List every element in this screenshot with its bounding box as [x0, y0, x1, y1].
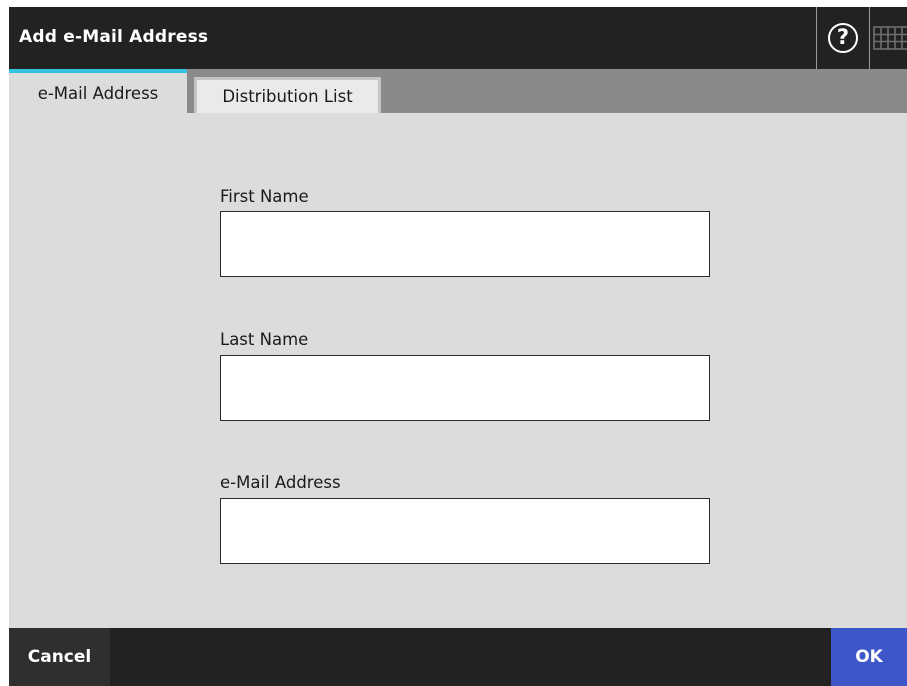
first-name-field[interactable]: [220, 211, 710, 277]
bottom-bar: Cancel OK: [9, 628, 907, 686]
help-button[interactable]: ?: [817, 7, 869, 69]
last-name-field[interactable]: [220, 355, 710, 421]
tab-distribution-list[interactable]: Distribution List: [194, 77, 381, 113]
last-name-label: Last Name: [220, 330, 309, 349]
dialog-window: Add e-Mail Address ? e-Mail Address Dist…: [9, 7, 907, 686]
window-title: Add e-Mail Address: [19, 27, 209, 47]
tab-email-address[interactable]: e-Mail Address: [9, 69, 187, 113]
cancel-button[interactable]: Cancel: [9, 628, 110, 686]
title-bar: Add e-Mail Address ?: [9, 7, 907, 69]
tab-bar: e-Mail Address Distribution List: [9, 69, 907, 113]
keyboard-button[interactable]: [870, 7, 907, 69]
email-address-field[interactable]: [220, 498, 710, 564]
first-name-label: First Name: [220, 187, 309, 206]
keyboard-icon: [873, 26, 907, 50]
ok-button[interactable]: OK: [831, 628, 907, 686]
help-icon: ?: [828, 23, 858, 53]
tab-label: e-Mail Address: [37, 83, 159, 103]
tab-label: Distribution List: [222, 87, 353, 106]
email-address-label: e-Mail Address: [220, 473, 341, 492]
